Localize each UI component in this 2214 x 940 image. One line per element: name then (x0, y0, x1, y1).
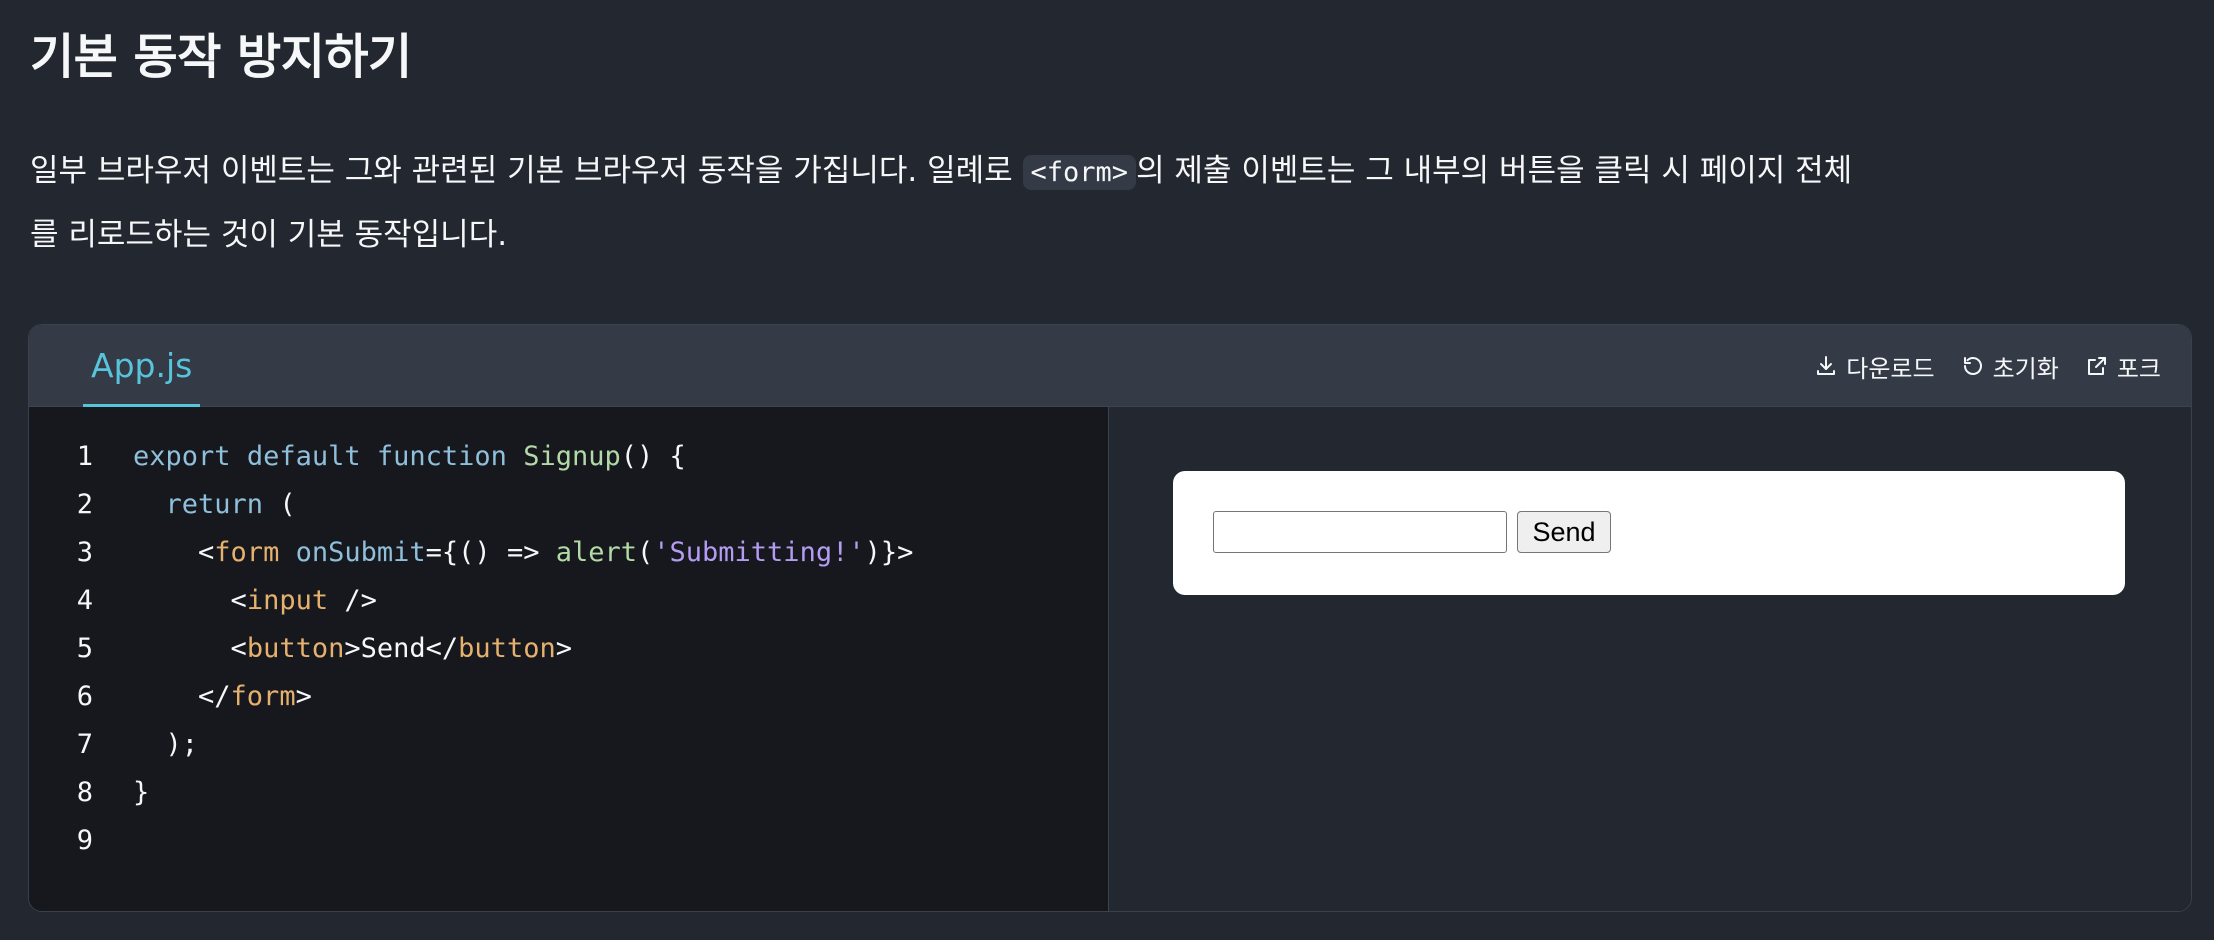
code-line: 8} (29, 769, 1108, 817)
code-line-text: <form onSubmit={() => alert('Submitting!… (198, 537, 914, 568)
sandbox-actions: 다운로드 초기화 포크 (1814, 325, 2161, 407)
reset-icon (1963, 357, 1982, 375)
code-line: 4 <input /> (29, 577, 1108, 625)
code-block[interactable]: 1 export default function Signup() { 2 ret… (29, 433, 1108, 865)
tab-app-js[interactable]: App.js (83, 325, 201, 407)
page-heading: 기본 동작 방지하기 (30, 29, 412, 85)
page: 기본 동작 방지하기 일부 브라우저 이벤트는 그와 관련된 기본 브라우저 동… (0, 0, 2214, 940)
intro-paragraph: 일부 브라우저 이벤트는 그와 관련된 기본 브라우저 동작을 가집니다. 일례… (30, 140, 1880, 266)
code-line: 5 <button>Send</button> (29, 625, 1108, 673)
fork-label: 포크 (2116, 354, 2161, 383)
line-number: 8 (76, 777, 93, 808)
sandbox-header: App.js 다운로드 초기화 포크 (29, 325, 2191, 407)
code-line-text: <input /> (230, 585, 377, 616)
line-number: 9 (76, 825, 93, 856)
fork-button[interactable]: 포크 (2085, 349, 2161, 384)
code-line-text: export default function Signup() { (133, 441, 686, 472)
inline-code-form: <form> (1022, 155, 1137, 190)
line-number: 7 (76, 729, 93, 760)
code-sandbox: App.js 다운로드 초기화 포크 1 export default func… (28, 324, 2192, 912)
code-line-text: return ( (165, 489, 296, 520)
preview-card: Send (1173, 471, 2125, 595)
code-line-text: <button>Send</button> (230, 633, 572, 664)
line-number: 1 (76, 441, 93, 472)
code-line: 2 return ( (29, 481, 1108, 529)
reset-button[interactable]: 초기화 (1961, 349, 2059, 384)
code-line: 3 <form onSubmit={() => alert('Submittin… (29, 529, 1108, 577)
line-number: 3 (76, 537, 93, 568)
line-number: 5 (76, 633, 93, 664)
preview-pane: Send (1109, 407, 2191, 911)
download-label: 다운로드 (1846, 354, 1935, 383)
preview-text-input[interactable] (1213, 511, 1507, 553)
line-number: 2 (76, 489, 93, 520)
reset-label: 초기화 (1992, 354, 2059, 383)
external-link-icon (2087, 357, 2106, 375)
code-line-text: ); (165, 729, 199, 760)
line-number: 6 (76, 681, 93, 712)
code-line-text: </form> (198, 681, 312, 712)
download-button[interactable]: 다운로드 (1814, 349, 1935, 384)
code-line: 9 (29, 817, 1108, 865)
line-number: 4 (76, 585, 93, 616)
code-line-text: } (133, 777, 150, 808)
preview-send-button[interactable]: Send (1517, 511, 1611, 553)
code-line: 7 ); (29, 721, 1108, 769)
paragraph-text-before: 일부 브라우저 이벤트는 그와 관련된 기본 브라우저 동작을 가집니다. 일례… (30, 153, 1023, 189)
code-editor[interactable]: 1 export default function Signup() { 2 ret… (29, 407, 1109, 911)
code-line: 1 export default function Signup() { (29, 433, 1108, 481)
code-line: 6 </form> (29, 673, 1108, 721)
download-icon (1817, 356, 1836, 375)
